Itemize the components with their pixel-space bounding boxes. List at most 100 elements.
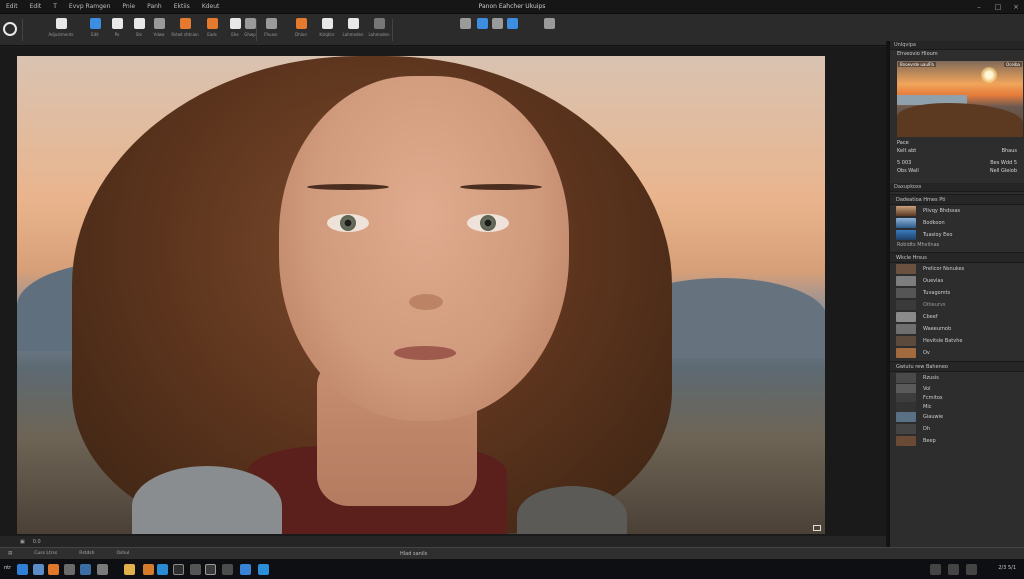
info-label: Obs Wall: [897, 168, 919, 174]
settings-task-icon[interactable]: [173, 564, 184, 575]
app-icon[interactable]: [97, 564, 108, 575]
toolbar-button-1[interactable]: Edit: [86, 18, 104, 44]
outlook-icon[interactable]: [258, 564, 269, 575]
browser-icon[interactable]: [48, 564, 59, 575]
calc-icon[interactable]: [190, 564, 201, 575]
menu-item-4[interactable]: Pnie: [122, 3, 135, 10]
group1-header[interactable]: Wkcle Hrsus: [890, 252, 1024, 263]
layers-header[interactable]: Daxupkoxs: [890, 183, 1024, 192]
toolbar-button-print[interactable]: [522, 18, 540, 44]
toolbar-button-preview[interactable]: [503, 18, 521, 44]
bottom-right-label[interactable]: Oshul: [117, 551, 130, 556]
toolbar-label-3: Sts: [135, 32, 143, 37]
tray-icon[interactable]: [948, 564, 959, 575]
navigator-thumbnail[interactable]: Bnoevrde uaulFb Oceiba: [897, 61, 1023, 137]
toolbar-button-6[interactable]: Eads: [203, 18, 221, 44]
heal-icon: [295, 18, 307, 29]
adjust-row[interactable]: Vol: [890, 383, 1024, 394]
menu-item-3[interactable]: Evvp Ramgen: [69, 3, 110, 10]
zoom-level[interactable]: 0.0: [33, 539, 41, 545]
thumb-tab-left[interactable]: Bnoevrde uaulFb: [898, 62, 936, 67]
edge-icon[interactable]: [240, 564, 251, 575]
mail-icon[interactable]: [80, 564, 91, 575]
close-icon[interactable]: ×: [1012, 3, 1020, 11]
toolbar-button-11[interactable]: Kslqtinr: [318, 18, 336, 44]
terminal-icon[interactable]: [222, 564, 233, 575]
portrait-photo[interactable]: [17, 56, 825, 534]
menu-item-0[interactable]: Edit: [6, 3, 18, 10]
clock[interactable]: 2/3 5/1: [998, 565, 1016, 571]
history-row[interactable]: Oitieurvs: [890, 299, 1024, 311]
layer-row[interactable]: Bodkoon: [890, 217, 1024, 229]
toolbar-button-10[interactable]: Dhlon: [292, 18, 310, 44]
menu-item-2[interactable]: T: [53, 3, 57, 10]
store-icon[interactable]: [157, 564, 168, 575]
bottom-center-label: Hlad sanils: [400, 550, 428, 557]
navigator-sub: Ehveovio Hloum: [897, 51, 938, 57]
photo-brow-left: [307, 184, 389, 190]
toolbar: Adjustments Edit Po Sts Vdwa Rstwt shtni…: [0, 14, 1024, 46]
info-row: 5 003 Bes Wdd 5: [897, 159, 1017, 167]
filmstrip-icon[interactable]: ▤: [8, 551, 12, 556]
adjust-row[interactable]: Fcmitos: [890, 392, 1024, 403]
history-thumb: [896, 276, 916, 286]
menu-item-6[interactable]: Ektiis: [174, 3, 190, 10]
explorer-icon[interactable]: [33, 564, 44, 575]
layer-row[interactable]: Pllvqy Bhdssas: [890, 205, 1024, 217]
minimize-icon[interactable]: –: [975, 3, 983, 11]
toolbar-button-3[interactable]: Sts: [130, 18, 148, 44]
windows-icon[interactable]: [17, 564, 28, 575]
history-row[interactable]: Cbeef: [890, 311, 1024, 323]
files-icon[interactable]: [64, 564, 75, 575]
adjust-label: Beep: [923, 438, 936, 444]
thumb-tab-right[interactable]: Oceiba: [1004, 62, 1022, 67]
photo-app-icon[interactable]: [143, 564, 154, 575]
toolbar-button-13[interactable]: Lahmoden: [368, 18, 390, 44]
start-label[interactable]: ntr: [4, 565, 11, 571]
tray-icon[interactable]: [930, 564, 941, 575]
group3-header[interactable]: Gwiutu rew Baheneo: [890, 361, 1024, 372]
adjust-thumb: [896, 424, 916, 434]
toolbar-label-6: Eads: [207, 32, 217, 37]
history-label: Waeeumob: [923, 326, 952, 332]
adjust-row[interactable]: Mic: [890, 401, 1024, 412]
toolbar-button-view[interactable]: [456, 18, 474, 44]
toolbar-button-5[interactable]: Rstwt shtnion: [171, 18, 199, 44]
layer-label: Bodkoon: [923, 220, 945, 226]
layers-footer: Robidts Mhvilnas: [897, 242, 940, 248]
toolbar-button-2[interactable]: Po: [108, 18, 126, 44]
zoom-icon[interactable]: ▣: [20, 539, 25, 545]
menu-item-7[interactable]: Kdeut: [202, 3, 220, 10]
history-row[interactable]: Waeeumob: [890, 323, 1024, 335]
history-row[interactable]: Tuvagomts: [890, 287, 1024, 299]
toolbar-button-9[interactable]: Fhuasr: [262, 18, 280, 44]
toolbar-button-4[interactable]: Vdwa: [150, 18, 168, 44]
history-row[interactable]: Prelicor Nsnukes: [890, 263, 1024, 275]
bottom-left-label[interactable]: Cuss Ltrss: [34, 551, 57, 556]
menu-item-5[interactable]: Panh: [147, 3, 162, 10]
history-row[interactable]: Hevitsle Batvhe: [890, 335, 1024, 347]
navigator-header[interactable]: Unlqvipa: [890, 41, 1024, 50]
fit-screen-icon[interactable]: [813, 525, 821, 531]
layers-sub[interactable]: Dadeatioa Hmes Pti: [890, 194, 1024, 205]
notes-icon[interactable]: [205, 564, 216, 575]
maximize-icon[interactable]: □: [994, 3, 1002, 11]
bottom-mid-label[interactable]: Rstdsh: [79, 551, 94, 556]
layer-row[interactable]: Tuasioy Eeo: [890, 229, 1024, 241]
grid-icon: [153, 18, 165, 29]
history-thumb: [896, 348, 916, 358]
adjust-row[interactable]: Rzusis: [890, 372, 1024, 384]
toolbar-button-12[interactable]: Lahmoden: [342, 18, 364, 44]
menu-item-1[interactable]: Edit: [30, 3, 42, 10]
adjust-row[interactable]: Beep: [890, 435, 1024, 447]
toolbar-button-0[interactable]: Adjustments: [48, 18, 74, 44]
history-row[interactable]: Ouevlas: [890, 275, 1024, 287]
adjust-row[interactable]: Dh: [890, 423, 1024, 435]
adjust-thumb: [896, 436, 916, 446]
adjust-row[interactable]: Giauwie: [890, 411, 1024, 423]
info-row: Pace: [897, 139, 1017, 147]
toolbar-button-export[interactable]: [555, 18, 573, 44]
tray-icon[interactable]: [966, 564, 977, 575]
folder-icon[interactable]: [124, 564, 135, 575]
history-row[interactable]: Ov: [890, 347, 1024, 359]
